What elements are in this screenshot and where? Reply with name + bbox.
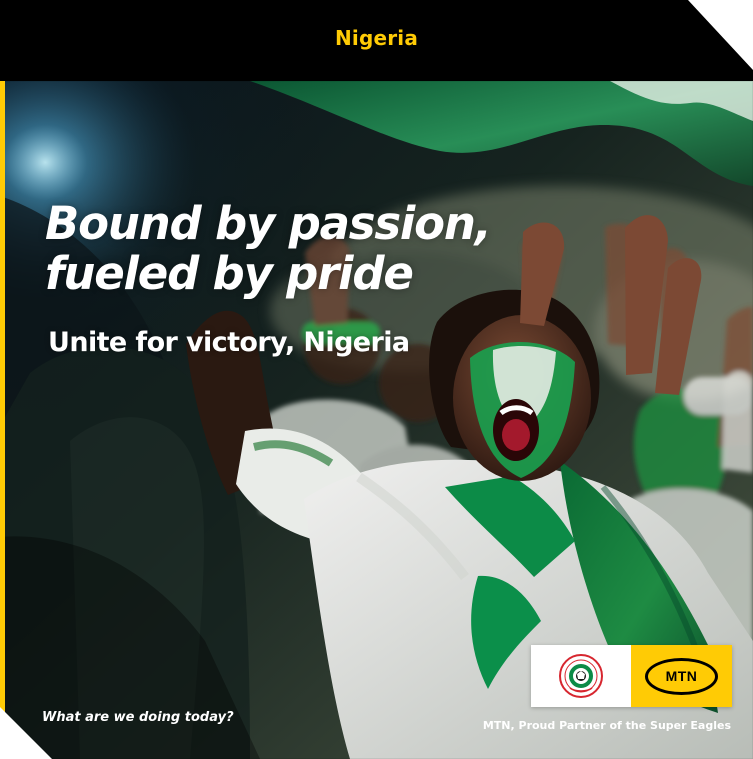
- mtn-logo-text: MTN: [665, 668, 698, 684]
- federation-badge-year: 1945: [581, 676, 582, 677]
- country-title: Nigeria: [334, 26, 419, 50]
- federation-logo-box: NIGERIA FOOTBALL FEDERATION 1945: [531, 645, 631, 707]
- partner-statement: MTN, Proud Partner of the Super Eagles: [482, 719, 731, 732]
- campaign-subheadline: Unite for victory, Nigeria: [48, 327, 410, 358]
- headline-line-2: fueled by pride: [45, 247, 414, 300]
- mtn-oval-logo-icon: MTN: [645, 657, 718, 695]
- left-yellow-stripe: [0, 81, 5, 759]
- campaign-headline: Bound by passion, fueled by pride: [45, 197, 492, 300]
- campaign-tagline: What are we doing today?: [42, 710, 234, 725]
- header-bar: Nigeria: [0, 0, 753, 81]
- campaign-card: Nigeria Bound by passion, fueled by prid…: [0, 0, 753, 759]
- mtn-logo-box: MTN: [631, 645, 732, 707]
- partner-logos: NIGERIA FOOTBALL FEDERATION 1945 MTN: [531, 645, 732, 707]
- headline-line-1: Bound by passion,: [45, 197, 492, 250]
